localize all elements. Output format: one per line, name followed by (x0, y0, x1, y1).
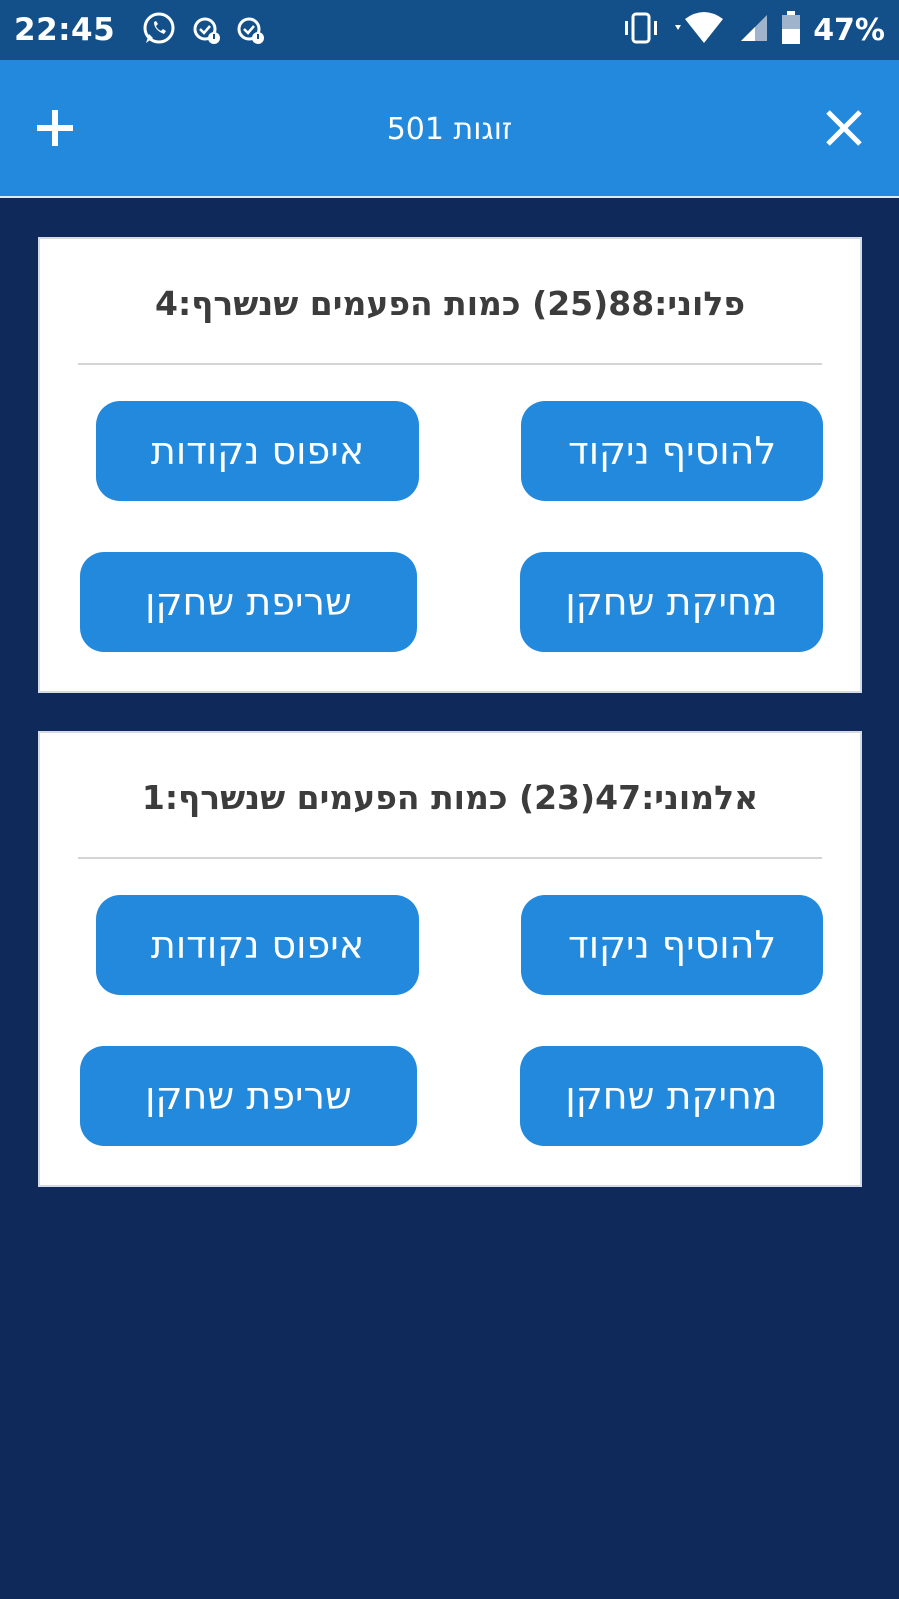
delete-player-button[interactable]: מחיקת שחקן (520, 1046, 823, 1146)
add-score-button[interactable]: להוסיף ניקוד (521, 401, 823, 501)
notification-icons (141, 10, 265, 50)
alarm-icon (191, 11, 221, 49)
alarm-icon (235, 11, 265, 49)
player-title: אלמוני:47(23) כמות הפעמים שנשרף:1 (40, 733, 860, 861)
wifi-icon (673, 11, 727, 49)
status-bar: 22:45 47% (0, 0, 899, 60)
add-player-button[interactable] (25, 98, 85, 158)
plus-icon (37, 110, 73, 146)
player-title-text: פלוני:88(25) כמות הפעמים שנשרף:4 (154, 283, 746, 323)
add-score-button[interactable]: להוסיף ניקוד (521, 895, 823, 995)
whatsapp-icon (141, 10, 177, 50)
player-title-text: אלמוני:47(23) כמות הפעמים שנשרף:1 (141, 777, 759, 817)
player-title: פלוני:88(25) כמות הפעמים שנשרף:4 (40, 239, 860, 367)
player-card: פלוני:88(25) כמות הפעמים שנשרף:4 להוסיף … (38, 237, 862, 693)
burn-player-button[interactable]: שריפת שחקן (80, 552, 417, 652)
page-title: 501 זוגות (386, 111, 513, 147)
app-bar: 501 זוגות (0, 60, 899, 198)
close-button[interactable] (814, 98, 874, 158)
reset-points-button[interactable]: איפוס נקודות (96, 895, 419, 995)
status-time: 22:45 (14, 12, 116, 48)
battery-percent: 47% (813, 12, 885, 48)
signal-icon (739, 13, 769, 47)
close-icon (826, 110, 862, 146)
battery-icon (781, 11, 801, 49)
burn-player-button[interactable]: שריפת שחקן (80, 1046, 417, 1146)
system-icons: 47% (621, 11, 885, 49)
divider (78, 363, 822, 365)
vibrate-icon (621, 11, 661, 49)
delete-player-button[interactable]: מחיקת שחקן (520, 552, 823, 652)
divider (78, 857, 822, 859)
player-card: אלמוני:47(23) כמות הפעמים שנשרף:1 להוסיף… (38, 731, 862, 1187)
reset-points-button[interactable]: איפוס נקודות (96, 401, 419, 501)
